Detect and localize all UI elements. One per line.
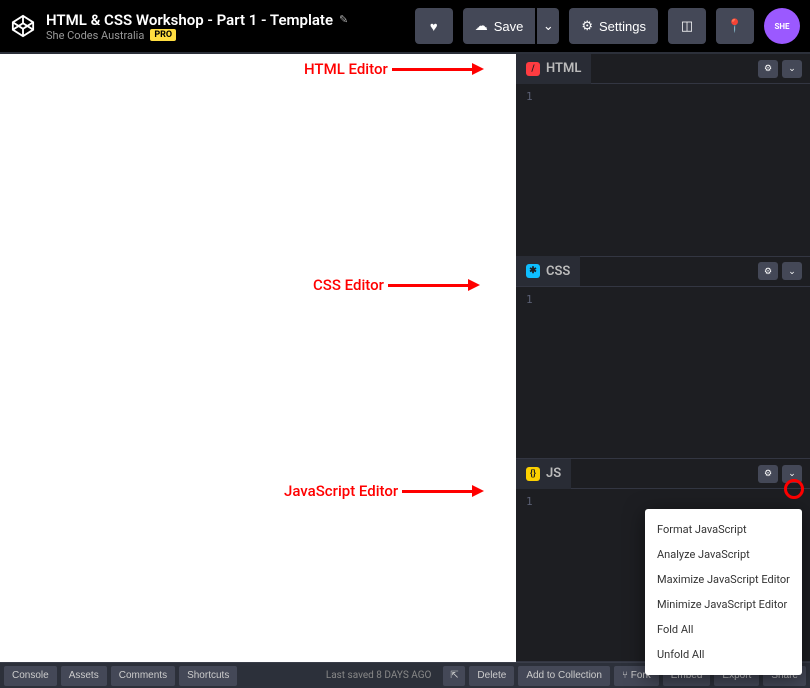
annotation-css-label: CSS Editor: [313, 276, 384, 294]
cloud-icon: ☁: [475, 18, 488, 34]
settings-label: Settings: [599, 19, 646, 34]
arrow-icon: [402, 485, 484, 497]
avatar[interactable]: SHE: [764, 8, 800, 44]
header: HTML & CSS Workshop - Part 1 - Template …: [0, 0, 810, 54]
fork-icon: ⑂: [622, 670, 631, 681]
css-editor-name: CSS: [546, 264, 570, 279]
chevron-down-icon: ⌄: [788, 266, 796, 277]
js-dropdown-button[interactable]: ⌄: [782, 465, 802, 483]
heart-button[interactable]: ♥: [415, 8, 453, 44]
edit-title-icon[interactable]: ✎: [339, 13, 348, 26]
html-editor-header: / HTML ⚙ ⌄: [516, 54, 810, 84]
annotation-js-label: JavaScript Editor: [284, 482, 398, 500]
delete-button[interactable]: Delete: [469, 666, 514, 686]
css-icon: ✱: [526, 264, 540, 278]
annotation-css: CSS Editor: [313, 276, 480, 294]
css-dropdown-button[interactable]: ⌄: [782, 262, 802, 280]
dropdown-format-js[interactable]: Format JavaScript: [645, 517, 802, 542]
chevron-down-icon: ⌄: [543, 18, 554, 34]
chevron-down-icon: ⌄: [788, 468, 796, 479]
codepen-logo[interactable]: [10, 13, 36, 39]
dropdown-analyze-js[interactable]: Analyze JavaScript: [645, 542, 802, 567]
html-icon: /: [526, 62, 540, 76]
html-editor-tab[interactable]: / HTML: [516, 54, 591, 84]
js-icon: {}: [526, 467, 540, 481]
annotation-js: JavaScript Editor: [284, 482, 484, 500]
dropdown-fold-all[interactable]: Fold All: [645, 617, 802, 642]
dropdown-minimize-js[interactable]: Minimize JavaScript Editor: [645, 592, 802, 617]
heart-icon: ♥: [430, 19, 438, 34]
author-name[interactable]: She Codes Australia: [46, 29, 144, 42]
js-editor-tab[interactable]: {} JS: [516, 459, 571, 489]
html-editor-body[interactable]: 1: [516, 84, 810, 256]
line-number: 1: [526, 495, 533, 508]
pin-icon: 📍: [727, 18, 743, 34]
title-area: HTML & CSS Workshop - Part 1 - Template …: [46, 11, 405, 42]
js-editor-dropdown-menu: Format JavaScript Analyze JavaScript Max…: [645, 509, 802, 675]
settings-button[interactable]: ⚙ Settings: [569, 8, 658, 44]
js-editor-header: {} JS ⚙ ⌄: [516, 459, 810, 489]
avatar-text: SHE: [774, 22, 789, 31]
external-link-icon: ⇱: [450, 670, 458, 681]
chevron-down-icon: ⌄: [788, 63, 796, 74]
console-button[interactable]: Console: [4, 666, 57, 686]
arrow-icon: [392, 63, 484, 75]
annotation-html: HTML Editor: [304, 60, 484, 78]
gear-icon: ⚙: [764, 468, 772, 479]
js-settings-button[interactable]: ⚙: [758, 465, 778, 483]
css-editor-header: ✱ CSS ⚙ ⌄: [516, 257, 810, 287]
layout-icon: ◫: [681, 18, 693, 34]
comments-button[interactable]: Comments: [111, 666, 175, 686]
css-editor-panel: ✱ CSS ⚙ ⌄ 1: [516, 257, 810, 460]
open-external-button[interactable]: ⇱: [443, 666, 465, 686]
pro-badge: PRO: [150, 29, 176, 41]
gear-icon: ⚙: [764, 63, 772, 74]
layout-button[interactable]: ◫: [668, 8, 706, 44]
preview-pane[interactable]: [0, 54, 516, 662]
gear-icon: ⚙: [764, 266, 772, 277]
annotation-html-label: HTML Editor: [304, 60, 388, 78]
js-editor-name: JS: [546, 466, 561, 481]
arrow-icon: [388, 279, 480, 291]
pin-button[interactable]: 📍: [716, 8, 754, 44]
save-button[interactable]: ☁ Save: [463, 8, 536, 44]
save-label: Save: [494, 19, 524, 34]
dropdown-unfold-all[interactable]: Unfold All: [645, 642, 802, 667]
html-settings-button[interactable]: ⚙: [758, 60, 778, 78]
add-collection-button[interactable]: Add to Collection: [518, 666, 610, 686]
html-dropdown-button[interactable]: ⌄: [782, 60, 802, 78]
line-number: 1: [526, 293, 533, 306]
css-settings-button[interactable]: ⚙: [758, 262, 778, 280]
gear-icon: ⚙: [581, 18, 593, 34]
css-editor-body[interactable]: 1: [516, 287, 810, 459]
line-number: 1: [526, 90, 533, 103]
shortcuts-button[interactable]: Shortcuts: [179, 666, 237, 686]
html-editor-name: HTML: [546, 61, 581, 76]
html-editor-panel: / HTML ⚙ ⌄ 1: [516, 54, 810, 257]
save-dropdown-button[interactable]: ⌄: [537, 8, 559, 44]
css-editor-tab[interactable]: ✱ CSS: [516, 256, 580, 286]
assets-button[interactable]: Assets: [61, 666, 107, 686]
pen-title: HTML & CSS Workshop - Part 1 - Template: [46, 11, 333, 29]
last-saved-text: Last saved 8 DAYS AGO: [326, 670, 432, 681]
dropdown-maximize-js[interactable]: Maximize JavaScript Editor: [645, 567, 802, 592]
